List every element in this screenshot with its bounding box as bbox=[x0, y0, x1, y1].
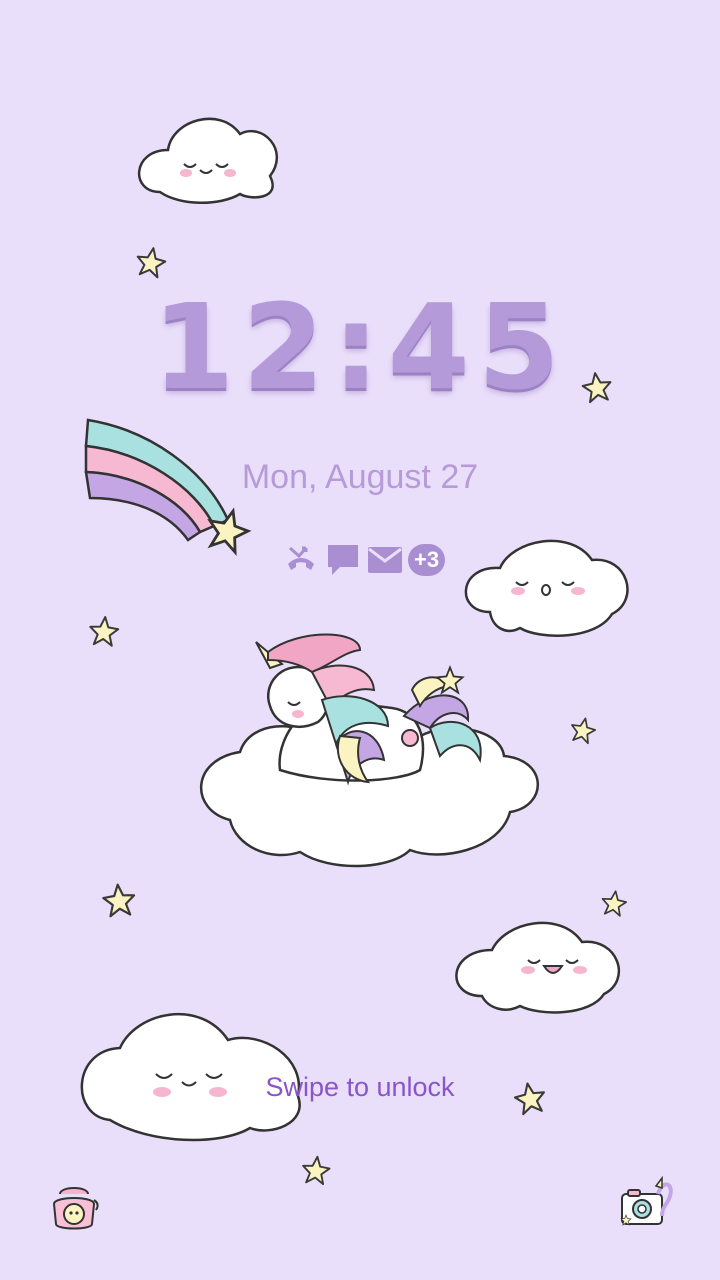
notification-more-badge: +3 bbox=[408, 544, 446, 576]
unicorn-cloud bbox=[200, 633, 539, 868]
notification-row: +3 bbox=[282, 540, 446, 580]
cloud-lower-right bbox=[455, 921, 621, 1014]
missed-call-icon bbox=[288, 546, 314, 570]
date: Mon, August 27 bbox=[241, 458, 479, 496]
message-icon bbox=[328, 545, 358, 575]
clock: 12:45 bbox=[152, 278, 568, 416]
cloud-right bbox=[464, 539, 629, 637]
swipe-to-unlock[interactable]: Swipe to unlock bbox=[0, 1072, 720, 1103]
phone-icon[interactable] bbox=[46, 1180, 102, 1236]
email-icon bbox=[368, 547, 402, 573]
cloud-top bbox=[137, 117, 278, 204]
camera-icon[interactable] bbox=[618, 1176, 678, 1232]
